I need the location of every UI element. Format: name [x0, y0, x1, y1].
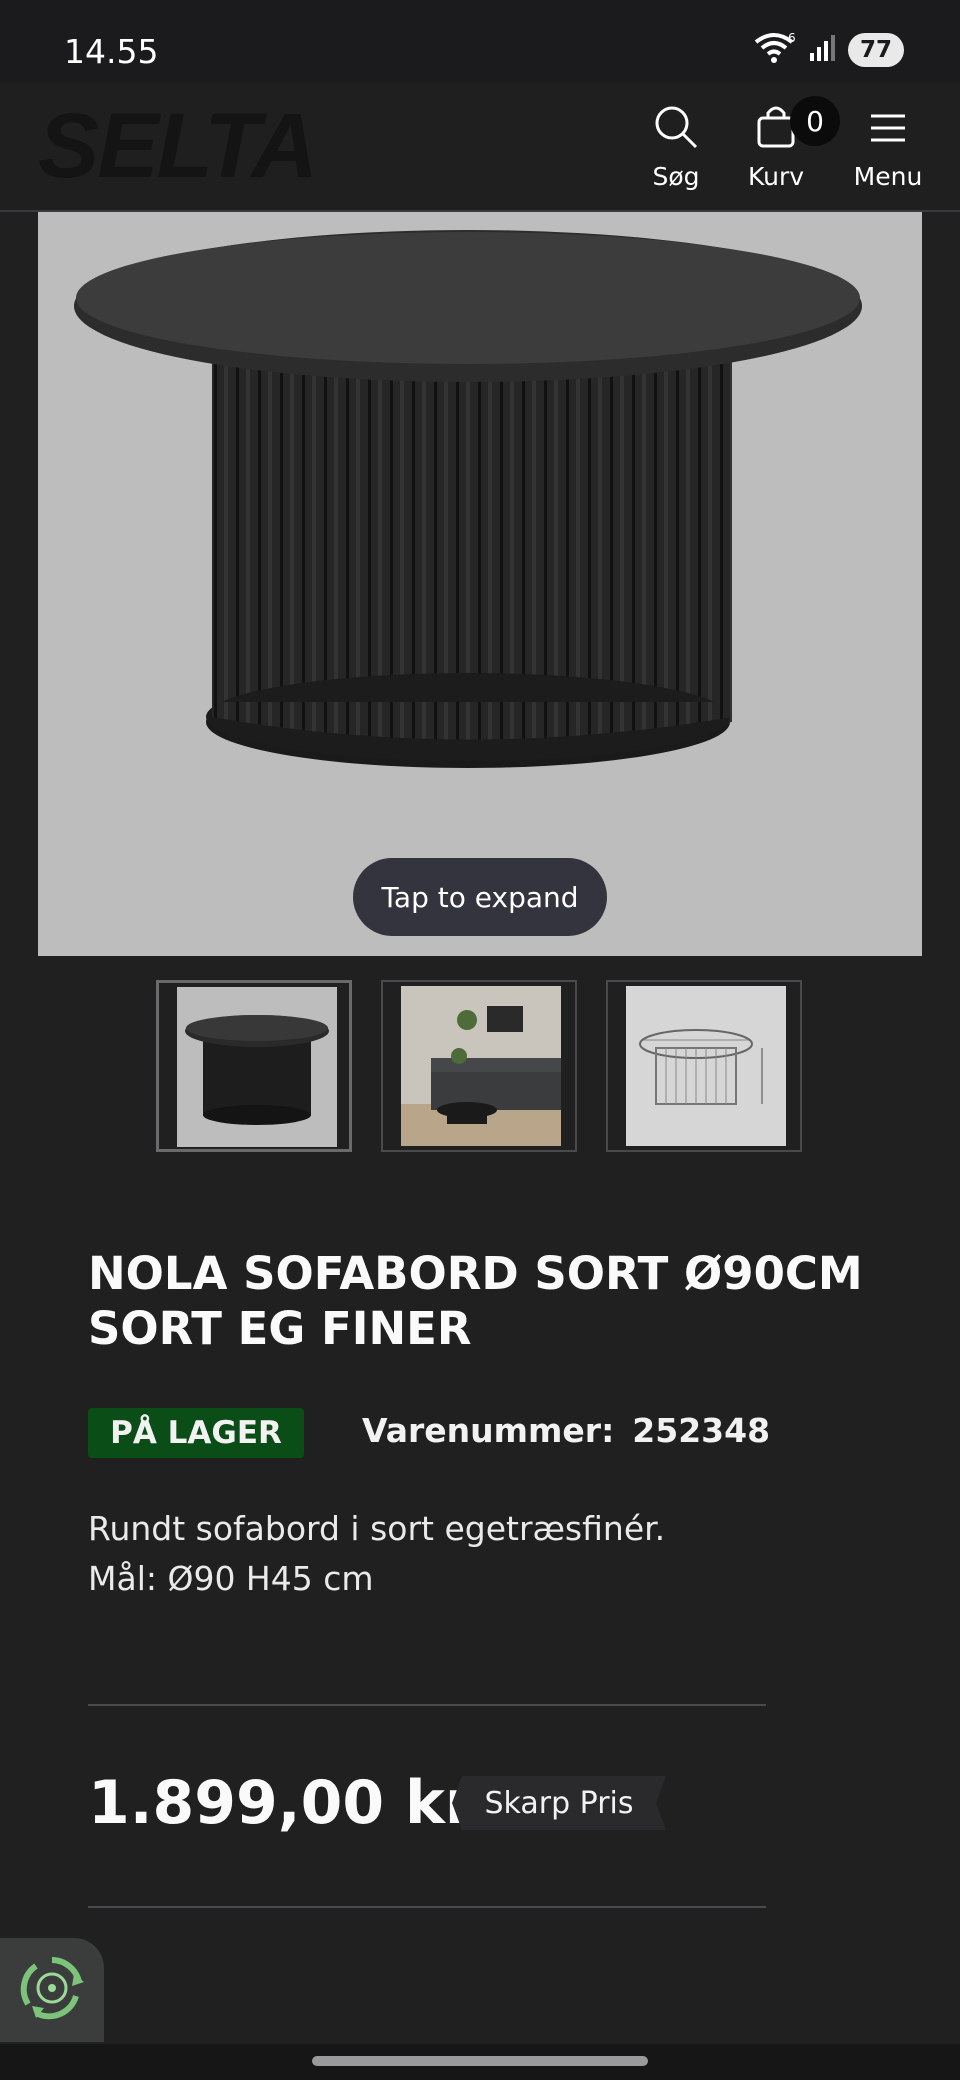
thumbnail-dimensions[interactable] [606, 980, 802, 1152]
sku-label: Varenummer: [362, 1411, 615, 1450]
stock-status-badge: PÅ LAGER [88, 1408, 304, 1458]
coffee-table-illustration [74, 230, 862, 768]
product-title: NOLA SOFABORD SORT Ø90CM SORT EG FINER [88, 1247, 863, 1355]
signal-icon [808, 33, 838, 67]
thumbnail-dimensions-image [626, 986, 786, 1146]
sku: Varenummer: 252348 [362, 1411, 770, 1450]
status-bar: 14.55 6 77 [0, 0, 960, 82]
menu-label: Menu [853, 162, 923, 191]
cart-label: Kurv [747, 162, 805, 191]
site-header: SELTA Søg Kurv Menu 0 [0, 82, 960, 212]
recycle-icon [16, 1952, 88, 2028]
sku-value: 252348 [632, 1411, 771, 1450]
description-line-1: Rundt sofabord i sort egetræsfinér. [88, 1509, 666, 1548]
divider-top [88, 1704, 766, 1706]
home-indicator[interactable] [312, 2056, 648, 2066]
battery-icon: 77 [848, 33, 904, 67]
main-product-image[interactable]: Tap to expand [38, 212, 922, 956]
price-tag: Skarp Pris [452, 1776, 666, 1830]
divider-bottom [88, 1906, 766, 1908]
status-icons: 6 77 [752, 30, 904, 70]
search-icon [653, 104, 699, 156]
tap-to-expand-button[interactable]: Tap to expand [353, 858, 607, 936]
description-line-2: Mål: Ø90 H45 cm [88, 1559, 374, 1598]
thumbnail-table[interactable] [156, 980, 352, 1152]
thumbnail-room-image [401, 986, 561, 1146]
product-description: Rundt sofabord i sort egetræsfinér. Mål:… [88, 1504, 665, 1604]
search-button[interactable]: Søg [648, 104, 704, 200]
wifi-icon: 6 [752, 30, 798, 70]
thumbnail-table-image [185, 1015, 329, 1125]
status-time: 14.55 [64, 32, 159, 71]
cart-count-badge: 0 [790, 96, 840, 146]
hamburger-menu-icon [867, 104, 909, 156]
menu-button[interactable]: Menu [848, 104, 928, 200]
search-label: Søg [652, 162, 700, 191]
recycle-widget[interactable] [0, 1938, 104, 2042]
site-logo[interactable]: SELTA [38, 94, 318, 199]
thumbnail-room[interactable] [381, 980, 577, 1152]
product-price: 1.899,00 kr. [88, 1768, 489, 1838]
wifi-badge: 6 [788, 31, 796, 45]
thumbnail-strip [156, 980, 806, 1154]
